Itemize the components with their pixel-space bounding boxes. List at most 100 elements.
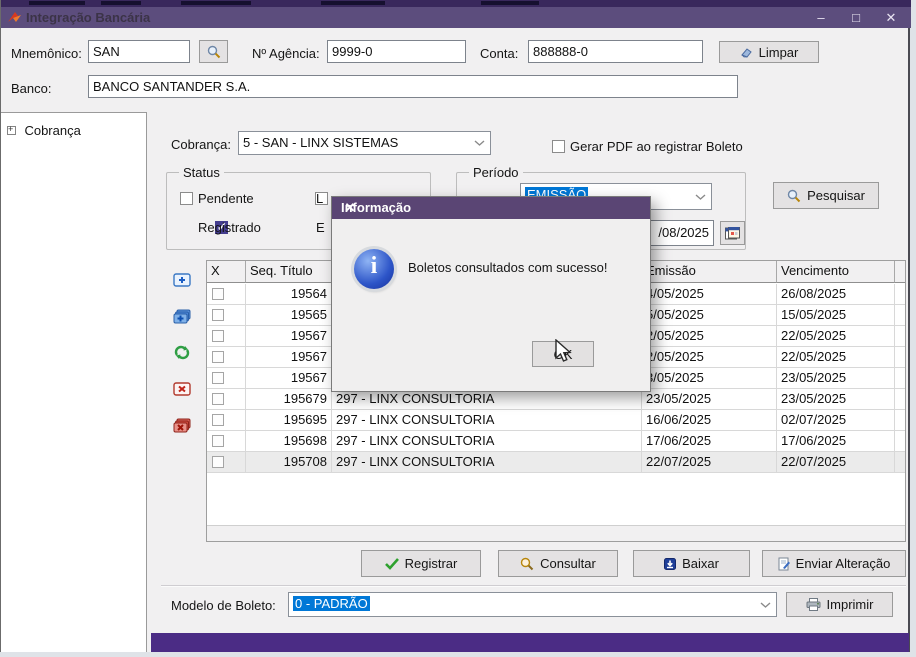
cobranca-label: Cobrança:	[171, 137, 231, 152]
delete-multiple-icon	[173, 418, 191, 432]
close-button[interactable]: ✕	[876, 7, 906, 28]
baixar-button[interactable]: Baixar	[633, 550, 750, 577]
column-header-vencimento[interactable]: Vencimento	[777, 261, 895, 283]
eraser-icon	[740, 47, 752, 58]
chevron-down-icon	[760, 601, 771, 608]
cell-seq: 195679	[246, 389, 332, 409]
status-checkbox-4-label: E	[316, 220, 325, 235]
delete-row-button[interactable]	[170, 378, 194, 399]
maximize-button[interactable]: □	[841, 7, 871, 28]
cell-emissao: 23/05/2025	[642, 389, 777, 409]
registrar-button[interactable]: Registrar	[361, 550, 481, 577]
modelo-boleto-label: Modelo de Boleto:	[171, 598, 276, 613]
cell-vencimento: 22/07/2025	[777, 452, 895, 472]
cell-emissao: 2/05/2025	[642, 326, 777, 346]
table-row[interactable]: 195679 297 - LINX CONSULTORIA 23/05/2025…	[207, 389, 905, 410]
cell-vencimento: 02/07/2025	[777, 410, 895, 430]
cell-seq: 195708	[246, 452, 332, 472]
dialog-titlebar: Informação ✕	[332, 197, 650, 219]
chevron-down-icon	[474, 140, 485, 146]
mnemonico-label: Mnemônico:	[11, 46, 82, 61]
cell-seq: 19567	[246, 368, 332, 388]
search-icon	[787, 189, 801, 202]
cell-emissao: 2/05/2025	[642, 347, 777, 367]
enviar-alteracao-label: Enviar Alteração	[795, 556, 891, 571]
mouse-cursor-icon	[555, 339, 572, 362]
add-icon	[173, 272, 191, 287]
column-header-emissao[interactable]: Emissão	[642, 261, 777, 283]
table-row[interactable]: 195695 297 - LINX CONSULTORIA 16/06/2025…	[207, 410, 905, 431]
cell-seq: 19564	[246, 284, 332, 304]
cell-emissao: 4/05/2025	[642, 284, 777, 304]
background-window-strip	[1, 0, 911, 7]
limpar-button[interactable]: Limpar	[719, 41, 819, 63]
background-menu-fragment	[481, 1, 539, 5]
cell-emissao: 3/05/2025	[642, 368, 777, 388]
search-icon	[520, 557, 534, 570]
consultar-label: Consultar	[540, 556, 596, 571]
pesquisar-button[interactable]: Pesquisar	[773, 182, 879, 209]
add-multiple-icon	[173, 309, 191, 323]
banco-label: Banco:	[11, 81, 52, 96]
modelo-boleto-select[interactable]: 0 - PADRÃO	[288, 592, 777, 617]
tree-item-cobranca[interactable]: Cobrança	[7, 122, 81, 140]
conta-input[interactable]: 888888-0	[528, 40, 703, 63]
modelo-boleto-value: 0 - PADRÃO	[293, 596, 370, 611]
imprimir-button[interactable]: Imprimir	[786, 592, 893, 617]
status-checkbox-3-label: L	[316, 191, 324, 206]
download-icon	[664, 557, 677, 570]
cell-emissao: 16/06/2025	[642, 410, 777, 430]
status-group-title: Status	[179, 165, 224, 180]
integracao-bancaria-window: Integração Bancária – □ ✕ Mnemônico: SAN…	[0, 0, 911, 652]
cell-vencimento: 15/05/2025	[777, 305, 895, 325]
delete-multiple-button[interactable]	[170, 415, 194, 436]
cell-seq: 19567	[246, 347, 332, 367]
enviar-alteracao-button[interactable]: Enviar Alteração	[762, 550, 906, 577]
column-header-x[interactable]: X	[207, 261, 246, 283]
app-logo-icon	[8, 12, 21, 22]
delete-icon	[173, 381, 191, 396]
calendar-icon	[725, 226, 740, 239]
calendar-button[interactable]	[720, 221, 745, 245]
registrado-label: Registrado	[198, 220, 261, 235]
banco-input[interactable]: BANCO SANTANDER S.A.	[88, 75, 738, 98]
cell-seq: 19567	[246, 326, 332, 346]
cell-vencimento: 22/05/2025	[777, 326, 895, 346]
add-row-button[interactable]	[170, 269, 194, 290]
minimize-button[interactable]: –	[806, 7, 836, 28]
consultar-button[interactable]: Consultar	[498, 550, 618, 577]
baixar-label: Baixar	[682, 556, 719, 571]
tree-expand-icon[interactable]	[7, 124, 16, 135]
pendente-label: Pendente	[198, 191, 254, 206]
refresh-button[interactable]	[170, 342, 194, 363]
pesquisar-label: Pesquisar	[807, 188, 865, 203]
cell-emissao: 17/06/2025	[642, 431, 777, 451]
dialog-close-button[interactable]: ✕	[341, 200, 359, 216]
column-header-seq-titulo[interactable]: Seq. Título	[246, 261, 332, 283]
search-icon	[207, 45, 220, 58]
table-bottom-scrollbar[interactable]	[207, 525, 905, 541]
cell-vencimento: 23/05/2025	[777, 368, 895, 388]
table-row-selected[interactable]: 195708 297 - LINX CONSULTORIA 22/07/2025…	[207, 452, 905, 473]
imprimir-label: Imprimir	[826, 597, 874, 612]
cell-emissao: 22/07/2025	[642, 452, 777, 472]
check-icon	[384, 557, 399, 570]
cell-cliente: 297 - LINX CONSULTORIA	[332, 452, 642, 472]
footer-accent-bar	[151, 633, 909, 652]
mnemonico-search-button[interactable]	[199, 40, 228, 63]
cell-vencimento: 26/08/2025	[777, 284, 895, 304]
pendente-checkbox[interactable]	[180, 192, 193, 205]
gerar-pdf-checkbox[interactable]	[552, 140, 565, 153]
dialog-message: Boletos consultados com sucesso!	[408, 260, 608, 275]
table-row[interactable]: 195698 297 - LINX CONSULTORIA 17/06/2025…	[207, 431, 905, 452]
cell-cliente: 297 - LINX CONSULTORIA	[332, 431, 642, 451]
registrar-label: Registrar	[404, 556, 458, 571]
screen: Integração Bancária – □ ✕ Mnemônico: SAN…	[0, 0, 916, 657]
mnemonico-input[interactable]: SAN	[88, 40, 190, 63]
agencia-input[interactable]: 9999-0	[327, 40, 466, 63]
cell-cliente: 297 - LINX CONSULTORIA	[332, 410, 642, 430]
add-multiple-button[interactable]	[170, 306, 194, 327]
conta-label: Conta:	[480, 46, 519, 61]
cell-emissao: 5/05/2025	[642, 305, 777, 325]
cobranca-select[interactable]: 5 - SAN - LINX SISTEMAS	[238, 131, 491, 155]
